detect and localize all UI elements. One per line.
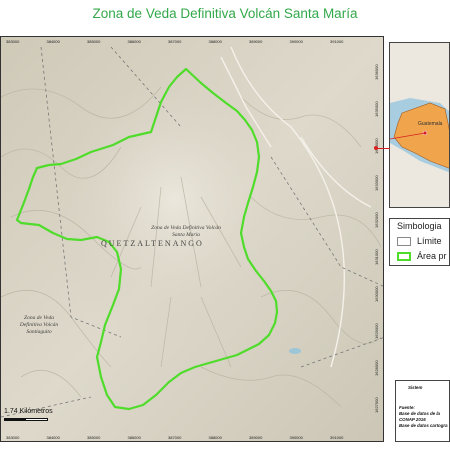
coordinate-tick-label: 384000 (46, 435, 60, 440)
coordinate-tick-label: 1630000 (374, 286, 379, 302)
coordinate-tick-label: 388000 (208, 435, 222, 440)
coordinate-tick-label: 389000 (249, 435, 263, 440)
legend-swatch-limit (397, 237, 411, 246)
coordinate-tick-label: 386000 (127, 435, 141, 440)
legend-swatch-protected (397, 252, 411, 261)
main-map[interactable]: Zona de Veda Definitiva Volcán Santa Mar… (0, 36, 384, 442)
legend-title: Simbologia (397, 221, 442, 231)
lagoon (289, 348, 301, 354)
coordinate-tick-label: 1631000 (374, 249, 379, 265)
scale-label: 1.74 Kilómetros (4, 408, 53, 415)
inset-country-label: Guatemala (418, 121, 443, 127)
coordinate-tick-label: 387000 (168, 435, 182, 440)
coordinate-tick-label: 1636000 (374, 64, 379, 80)
coordinate-tick-label: 384000 (46, 39, 60, 44)
coordinate-tick-label: 387000 (168, 39, 182, 44)
coordinate-tick-label: 383000 (6, 435, 20, 440)
map-title: Zona de Veda Definitiva Volcán Santa Mar… (92, 6, 358, 21)
inset-leader-line (376, 148, 390, 149)
coordinate-tick-label: 1628000 (374, 360, 379, 376)
coordinate-tick-label: 391000 (330, 39, 344, 44)
zone-label-santa-maria: Zona de Veda Definitiva Volcán Santa Mar… (151, 225, 221, 239)
coordinate-tick-label: 386000 (127, 39, 141, 44)
coordinate-tick-label: 1632000 (374, 212, 379, 228)
coordinate-tick-label: 390000 (289, 435, 303, 440)
zone-label-santiaguito: Zona de Veda Definitiva Volcán Santiagui… (13, 315, 65, 336)
info-heading: Sistem (408, 385, 423, 390)
coordinate-tick-label: 1629000 (374, 323, 379, 339)
coordinate-tick-label: 385000 (87, 39, 101, 44)
coordinate-tick-label: 391000 (330, 435, 344, 440)
source-info-box: Sistem Fuente: Base de datos de la CONAP… (395, 380, 450, 442)
info-line-2: CONAP 2016 (399, 417, 426, 422)
coordinate-tick-label: 389000 (249, 39, 263, 44)
legend: Simbologia Límite Área pr (389, 218, 450, 266)
city-label: QUETZALTENANGO (101, 239, 204, 248)
scale-bar (4, 418, 48, 421)
coordinate-tick-label: 1627000 (374, 397, 379, 413)
zone-label-santiaguito-text: Zona de Veda Definitiva Volcán Santiagui… (19, 315, 59, 335)
legend-item-limit: Límite (417, 236, 442, 246)
coordinate-tick-label: 383000 (6, 39, 20, 44)
coordinate-tick-label: 390000 (289, 39, 303, 44)
info-line-3: Base de datos cartogra (399, 423, 448, 428)
coordinate-tick-label: 385000 (87, 435, 101, 440)
legend-item-protected: Área pr (417, 251, 447, 261)
info-source-label: Fuente: (399, 405, 415, 410)
inset-locator-map[interactable]: Guatemala (389, 42, 450, 208)
map-locator-marker (374, 146, 378, 150)
coordinate-tick-label: 388000 (208, 39, 222, 44)
coordinate-tick-label: 1633000 (374, 175, 379, 191)
info-line-1: Base de datos de la (399, 411, 440, 416)
zone-label-santa-maria-text: Zona de Veda Definitiva Volcán Santa Mar… (151, 225, 221, 238)
coordinate-tick-label: 1635000 (374, 101, 379, 117)
